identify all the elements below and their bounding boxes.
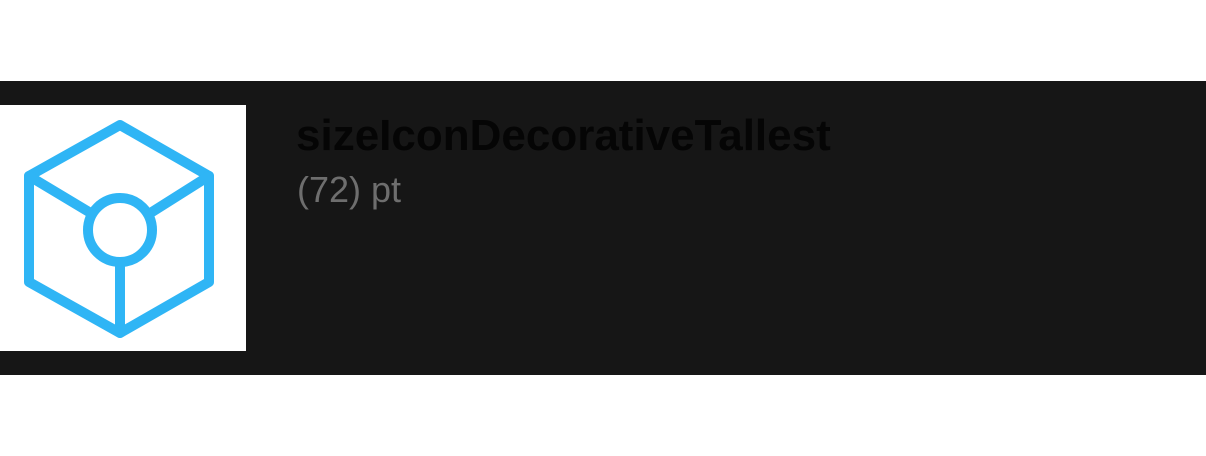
icon-swatch (0, 105, 246, 351)
token-row: sizeIconDecorativeTallest (72) pt (0, 81, 1206, 375)
token-name: sizeIconDecorativeTallest (296, 111, 831, 160)
cube-icon (24, 120, 214, 338)
token-value: (72) pt (297, 169, 402, 210)
